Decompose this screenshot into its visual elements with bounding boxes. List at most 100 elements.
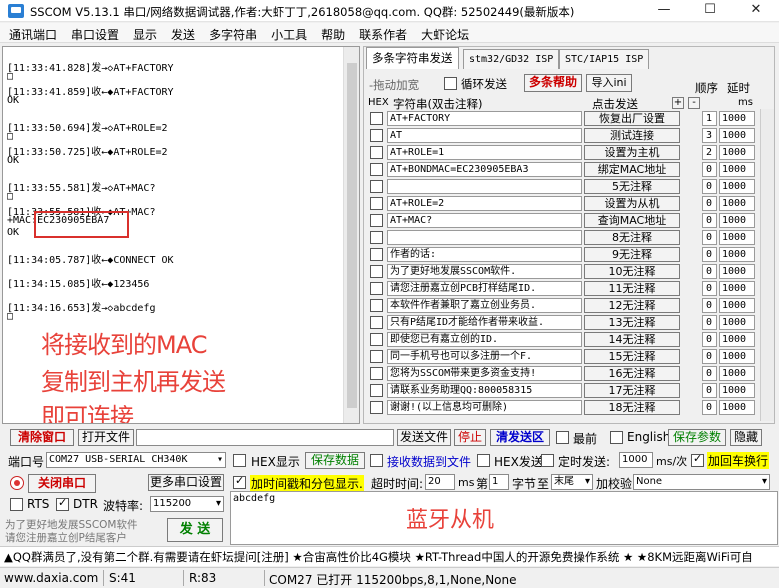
row-order-input[interactable]: 0 — [702, 281, 717, 296]
row-order-input[interactable]: 0 — [702, 366, 717, 381]
row-hex-checkbox[interactable] — [370, 384, 383, 397]
row-send-button[interactable]: 16无注释 — [584, 366, 680, 381]
row-hex-checkbox[interactable] — [370, 265, 383, 278]
english-checkbox[interactable] — [610, 431, 623, 444]
tab-stm32-isp[interactable]: stm32/GD32 ISP — [463, 49, 560, 69]
timed-send-checkbox[interactable] — [541, 454, 554, 467]
row-delay-input[interactable]: 1000 — [719, 128, 755, 143]
row-hex-checkbox[interactable] — [370, 350, 383, 363]
file-path-input[interactable] — [136, 429, 394, 446]
send-file-button[interactable]: 发送文件 — [397, 429, 451, 446]
row-order-input[interactable]: 0 — [702, 162, 717, 177]
row-hex-checkbox[interactable] — [370, 129, 383, 142]
row-delay-input[interactable]: 1000 — [719, 332, 755, 347]
row-send-button[interactable]: 8无注释 — [584, 230, 680, 245]
baud-select[interactable]: 115200 — [150, 496, 224, 512]
close-port-button[interactable]: 关闭串口 — [28, 474, 96, 493]
row-string-input[interactable]: AT+ROLE=2 — [387, 196, 582, 211]
row-delay-input[interactable]: 1000 — [719, 247, 755, 262]
row-string-input[interactable] — [387, 230, 582, 245]
row-order-input[interactable]: 0 — [702, 298, 717, 313]
end-select[interactable]: 末尾 — [551, 474, 593, 490]
row-hex-checkbox[interactable] — [370, 231, 383, 244]
row-delay-input[interactable]: 1000 — [719, 111, 755, 126]
row-hex-checkbox[interactable] — [370, 146, 383, 159]
row-hex-checkbox[interactable] — [370, 197, 383, 210]
row-string-input[interactable]: AT+BONDMAC=EC230905EBA3 — [387, 162, 582, 177]
receive-scrollbar-thumb[interactable] — [347, 63, 357, 408]
row-delay-input[interactable]: 1000 — [719, 264, 755, 279]
row-order-input[interactable]: 3 — [702, 128, 717, 143]
receive-scrollbar[interactable] — [343, 47, 359, 423]
menu-item-send[interactable]: 发送 — [162, 23, 200, 43]
row-string-input[interactable]: AT+ROLE=1 — [387, 145, 582, 160]
row-order-input[interactable]: 0 — [702, 230, 717, 245]
row-delay-input[interactable]: 1000 — [719, 298, 755, 313]
menu-item-display[interactable]: 显示 — [124, 23, 162, 43]
row-send-button[interactable]: 17无注释 — [584, 383, 680, 398]
row-order-input[interactable]: 0 — [702, 196, 717, 211]
receive-area[interactable]: [11:33:41.828]发→◇AT+FACTORY □ [11:33:41.85… — [2, 46, 360, 424]
row-string-input[interactable]: 请您注册嘉立创PCB打样结尾ID. — [387, 281, 582, 296]
top-most-checkbox[interactable] — [556, 431, 569, 444]
menu-item-tools[interactable]: 小工具 — [262, 23, 312, 43]
row-order-input[interactable]: 0 — [702, 383, 717, 398]
row-order-input[interactable]: 0 — [702, 179, 717, 194]
row-string-input[interactable] — [387, 179, 582, 194]
row-hex-checkbox[interactable] — [370, 248, 383, 261]
row-string-input[interactable]: 您将为SSCOM带来更多资金支持! — [387, 366, 582, 381]
row-send-button[interactable]: 恢复出厂设置 — [584, 111, 680, 126]
row-hex-checkbox[interactable] — [370, 282, 383, 295]
dtr-checkbox[interactable] — [56, 496, 69, 511]
row-send-button[interactable]: 查询MAC地址 — [584, 213, 680, 228]
row-hex-checkbox[interactable] — [370, 333, 383, 346]
row-hex-checkbox[interactable] — [370, 299, 383, 312]
row-order-input[interactable]: 1 — [702, 111, 717, 126]
menu-item-serial-settings[interactable]: 串口设置 — [62, 23, 124, 43]
row-send-button[interactable]: 9无注释 — [584, 247, 680, 262]
row-hex-checkbox[interactable] — [370, 180, 383, 193]
menu-item-port[interactable]: 通讯端口 — [0, 23, 62, 43]
status-url[interactable]: www.daxia.com — [4, 571, 98, 585]
row-delay-input[interactable]: 1000 — [719, 400, 755, 415]
row-send-button[interactable]: 设置为从机 — [584, 196, 680, 211]
row-delay-input[interactable]: 1000 — [719, 349, 755, 364]
row-send-button[interactable]: 绑定MAC地址 — [584, 162, 680, 177]
row-delay-input[interactable]: 1000 — [719, 281, 755, 296]
row-send-button[interactable]: 11无注释 — [584, 281, 680, 296]
multi-help-button[interactable]: 多条帮助 — [524, 74, 582, 92]
row-string-input[interactable]: 只有P结尾ID才能给作者带来收益. — [387, 315, 582, 330]
row-hex-checkbox[interactable] — [370, 112, 383, 125]
menu-item-multistring[interactable]: 多字符串 — [200, 23, 262, 43]
row-send-button[interactable]: 12无注释 — [584, 298, 680, 313]
stop-button[interactable]: 停止 — [454, 429, 486, 446]
row-delay-input[interactable]: 1000 — [719, 230, 755, 245]
loop-send-checkbox[interactable] — [444, 77, 457, 90]
row-order-input[interactable]: 0 — [702, 400, 717, 415]
row-delay-input[interactable]: 1000 — [719, 179, 755, 194]
open-file-button[interactable]: 打开文件 — [78, 429, 134, 446]
row-string-input[interactable]: 即使您已有嘉立创的ID. — [387, 332, 582, 347]
row-delay-input[interactable]: 1000 — [719, 366, 755, 381]
row-send-button[interactable]: 15无注释 — [584, 349, 680, 364]
row-hex-checkbox[interactable] — [370, 214, 383, 227]
row-string-input[interactable]: 同一手机号也可以多注册一个F. — [387, 349, 582, 364]
row-delay-input[interactable]: 1000 — [719, 213, 755, 228]
row-string-input[interactable]: AT+MAC? — [387, 213, 582, 228]
multistring-scrollbar[interactable] — [760, 109, 774, 421]
row-delay-input[interactable]: 1000 — [719, 196, 755, 211]
row-order-input[interactable]: 0 — [702, 213, 717, 228]
row-hex-checkbox[interactable] — [370, 163, 383, 176]
nth-byte-input[interactable]: 1 — [489, 474, 509, 490]
row-send-button[interactable]: 测试连接 — [584, 128, 680, 143]
send-button[interactable]: 发 送 — [167, 518, 223, 542]
order-minus-button[interactable]: - — [688, 97, 700, 109]
send-text-area[interactable]: abcdefg 蓝牙从机 — [230, 491, 778, 545]
row-delay-input[interactable]: 1000 — [719, 383, 755, 398]
tab-multistring[interactable]: 多条字符串发送 — [366, 47, 459, 69]
timeout-input[interactable]: 20 — [425, 474, 455, 490]
row-string-input[interactable]: AT+FACTORY — [387, 111, 582, 126]
row-order-input[interactable]: 0 — [702, 264, 717, 279]
menu-item-help[interactable]: 帮助 — [312, 23, 350, 43]
row-order-input[interactable]: 0 — [702, 315, 717, 330]
